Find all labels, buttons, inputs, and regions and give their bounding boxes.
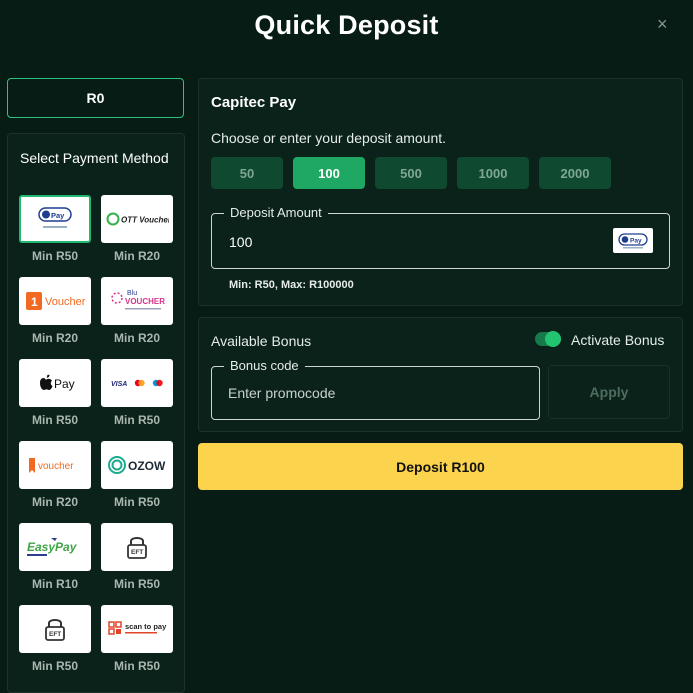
svg-text:VOUCHER: VOUCHER [125, 297, 165, 306]
method-scan-to-pay[interactable]: scan to pay Min R50 [101, 605, 173, 673]
svg-text:OTT Voucher: OTT Voucher [121, 216, 169, 225]
method-min-label: Min R20 [31, 331, 78, 345]
method-min-label: Min R20 [113, 249, 160, 263]
activate-bonus-toggle[interactable] [535, 331, 561, 347]
method-capitec-pay[interactable]: Pay Min R50 [19, 195, 91, 263]
eft-lock-icon: EFT [101, 523, 173, 571]
ozow-logo: OZOW [101, 441, 173, 489]
deposit-amount-field[interactable]: Deposit Amount 100 Pay [211, 205, 670, 269]
svg-text:Blu: Blu [127, 290, 137, 297]
bonus-code-label: Bonus code [224, 358, 305, 373]
toggle-knob [545, 331, 561, 347]
deposit-panel: Capitec Pay Choose or enter your deposit… [198, 78, 683, 306]
method-ozow[interactable]: OZOW Min R50 [101, 441, 173, 509]
svg-text:VISA: VISA [111, 381, 127, 388]
method-1voucher-alt[interactable]: voucher Min R20 [19, 441, 91, 509]
amount-options: 50 100 500 1000 2000 [211, 157, 611, 189]
svg-text:scan to pay: scan to pay [125, 622, 167, 631]
method-min-label: Min R50 [113, 413, 160, 427]
method-min-label: Min R50 [113, 659, 160, 673]
amount-button-50[interactable]: 50 [211, 157, 283, 189]
amount-button-1000[interactable]: 1000 [457, 157, 529, 189]
method-1voucher[interactable]: 1 Voucher Min R20 [19, 277, 91, 345]
close-icon[interactable]: × [657, 14, 668, 35]
deposit-button-label: Deposit R100 [396, 458, 485, 475]
svg-text:Pay: Pay [630, 237, 642, 244]
balance-display: R0 [7, 78, 184, 118]
method-min-label: Min R20 [113, 331, 160, 345]
deposit-amount-label: Deposit Amount [224, 205, 328, 220]
modal-title: Quick Deposit [254, 10, 439, 40]
voucher-logo: voucher [19, 441, 91, 489]
deposit-amount-value[interactable]: 100 [229, 234, 252, 250]
svg-text:Pay: Pay [54, 377, 75, 391]
apple-pay-logo: Pay [19, 359, 91, 407]
blu-voucher-logo: Blu VOUCHER [101, 277, 173, 325]
svg-text:voucher: voucher [38, 461, 74, 472]
amount-button-500[interactable]: 500 [375, 157, 447, 189]
method-min-label: Min R10 [31, 577, 78, 591]
method-min-label: Min R50 [31, 659, 78, 673]
bonus-title: Available Bonus [211, 333, 312, 349]
deposit-button[interactable]: Deposit R100 [198, 443, 683, 490]
method-blu-voucher[interactable]: Blu VOUCHER Min R20 [101, 277, 173, 345]
method-apple-pay[interactable]: Pay Min R50 [19, 359, 91, 427]
payment-method-title: Capitec Pay [211, 94, 297, 111]
capitec-pay-logo: Pay [19, 195, 91, 243]
scan-to-pay-logo: scan to pay [101, 605, 173, 653]
svg-text:Pay: Pay [51, 211, 65, 220]
apply-button[interactable]: Apply [548, 365, 670, 419]
svg-text:Voucher: Voucher [45, 296, 86, 308]
method-min-label: Min R20 [31, 495, 78, 509]
svg-text:EFT: EFT [131, 549, 143, 556]
cards-logo: VISA [101, 359, 173, 407]
amount-button-2000[interactable]: 2000 [539, 157, 611, 189]
method-cards[interactable]: VISA Min R50 [101, 359, 173, 427]
method-min-label: Min R50 [113, 577, 160, 591]
svg-text:1: 1 [31, 295, 38, 309]
deposit-prompt: Choose or enter your deposit amount. [211, 130, 447, 146]
svg-text:EFT: EFT [49, 631, 61, 638]
bonus-code-input[interactable] [228, 385, 518, 401]
method-eft-secure[interactable]: EFT Min R50 [101, 523, 173, 591]
payment-methods-panel: Select Payment Method Pay Min R50 OTT Vo… [7, 133, 185, 693]
bonus-panel: Available Bonus Activate Bonus Bonus cod… [198, 317, 683, 432]
svg-text:EasyPay: EasyPay [27, 540, 78, 554]
activate-bonus-label: Activate Bonus [571, 332, 665, 348]
easypay-logo: EasyPay [19, 523, 91, 571]
method-min-label: Min R50 [113, 495, 160, 509]
method-ott-voucher[interactable]: OTT Voucher Min R20 [101, 195, 173, 263]
payment-methods-title: Select Payment Method [20, 150, 169, 166]
deposit-limits: Min: R50, Max: R100000 [229, 279, 354, 291]
method-eft-secure-2[interactable]: EFT Min R50 [19, 605, 91, 673]
method-easypay[interactable]: EasyPay Min R10 [19, 523, 91, 591]
1voucher-logo: 1 Voucher [19, 277, 91, 325]
bonus-code-field: Bonus code [211, 358, 540, 420]
balance-value: R0 [86, 90, 105, 106]
ott-voucher-logo: OTT Voucher [101, 195, 173, 243]
amount-button-100[interactable]: 100 [293, 157, 365, 189]
eft-lock-icon: EFT [19, 605, 91, 653]
payment-methods-grid: Pay Min R50 OTT Voucher Min R20 1 Vouche… [19, 195, 175, 673]
method-min-label: Min R50 [31, 249, 78, 263]
method-min-label: Min R50 [31, 413, 78, 427]
capitec-pay-icon: Pay [613, 228, 653, 253]
svg-text:OZOW: OZOW [128, 459, 166, 473]
